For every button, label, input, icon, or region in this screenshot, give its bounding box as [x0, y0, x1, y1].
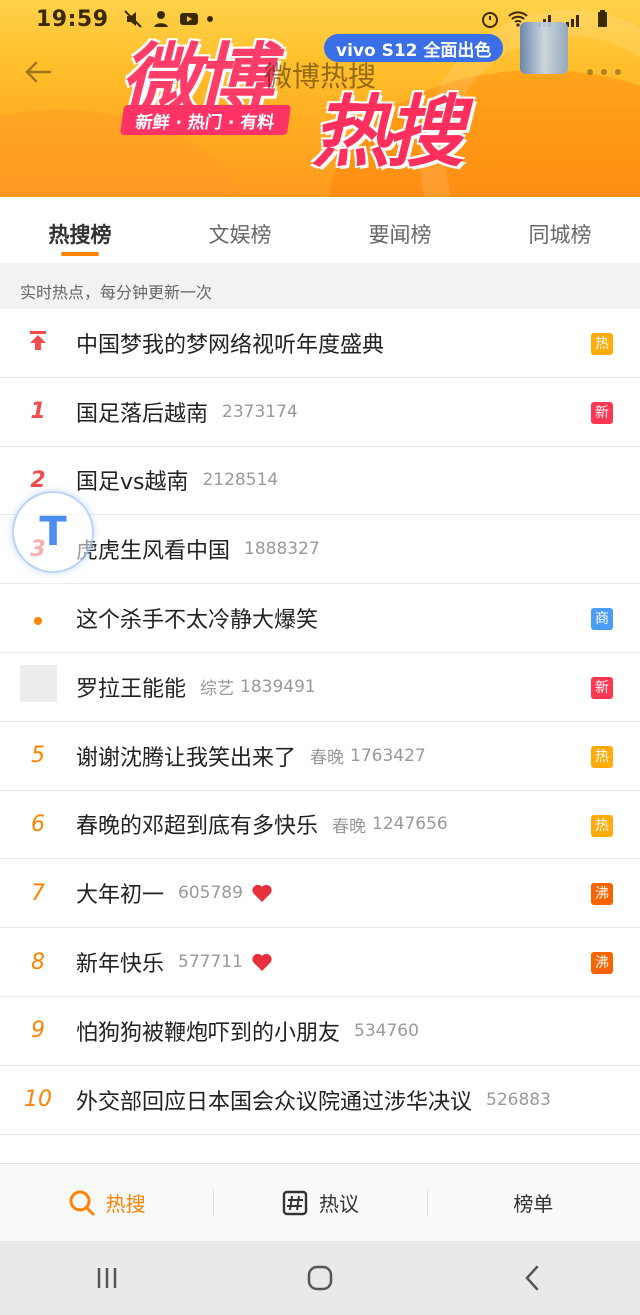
rank-number: 6: [31, 811, 45, 837]
new-badge: 新: [591, 401, 613, 424]
rank-marker: [0, 665, 76, 708]
list-item[interactable]: 中国梦我的梦网络视听年度盛典 热: [0, 309, 640, 378]
rank-marker: [0, 606, 76, 631]
item-title: 这个杀手不太冷静大爆笑: [76, 608, 319, 634]
item-category: 春晚: [332, 816, 367, 837]
boil-badge: 沸: [591, 883, 613, 906]
item-title: 新年快乐: [76, 952, 165, 978]
item-count: 1888327: [244, 539, 320, 560]
list-item[interactable]: 7 大年初一 605789 沸: [0, 859, 640, 929]
item-title: 中国梦我的梦网络视听年度盛典: [76, 332, 385, 358]
tab-local[interactable]: 同城榜: [480, 197, 640, 263]
hot-badge: 热: [591, 333, 613, 355]
page-title: 微博热搜: [263, 60, 376, 93]
item-count: 2128514: [202, 470, 279, 491]
item-count: 534760: [354, 1020, 419, 1041]
nav-hot-search-label: 热搜: [105, 1192, 146, 1216]
recent-apps-icon[interactable]: [92, 1263, 122, 1293]
item-title: 怕狗狗被鞭炮吓到的小朋友: [76, 1020, 341, 1046]
nav-rankings[interactable]: 榜单: [426, 1183, 640, 1223]
boil-badge: 沸: [591, 952, 613, 975]
floating-text-tool-button[interactable]: T: [12, 491, 94, 573]
heart-icon: [252, 885, 272, 903]
dot-icon: [34, 616, 42, 625]
item-category: 综艺: [200, 679, 235, 700]
rank-number: 5: [31, 743, 45, 769]
item-title: 虎虎生风看中国: [76, 539, 231, 565]
home-icon[interactable]: [305, 1263, 335, 1293]
nav-hot-search[interactable]: 热搜: [0, 1183, 213, 1223]
pin-top-icon: [30, 330, 46, 350]
status-time: 19:59: [36, 6, 109, 32]
item-title: 谢谢沈腾让我笑出来了: [76, 745, 297, 771]
rank-number: 8: [31, 949, 45, 975]
list-item[interactable]: 这个杀手不太冷静大爆笑 商: [0, 584, 640, 653]
rank-number: 10: [24, 1087, 52, 1113]
item-count: 605789: [178, 883, 243, 904]
hot-badge: 热: [591, 814, 613, 837]
list-subheader: 实时热点，每分钟更新一次: [0, 263, 640, 309]
item-count: 1247656: [372, 814, 448, 835]
item-category: 春晚: [310, 748, 345, 769]
rank-number: 2: [30, 467, 46, 493]
more-options-icon[interactable]: [584, 62, 624, 82]
system-navigation-bar: [0, 1241, 640, 1315]
nav-discussion[interactable]: 热议: [213, 1183, 426, 1223]
item-title: 大年初一: [76, 883, 165, 909]
new-badge: 新: [591, 676, 613, 699]
ranking-tabs: 热搜榜 文娱榜 要闻榜 同城榜: [0, 197, 640, 263]
back-arrow-icon[interactable]: [20, 54, 56, 90]
nav-rankings-label: 榜单: [513, 1192, 554, 1216]
item-title: 罗拉王能能: [76, 676, 187, 702]
item-title: 外交部回应日本国会众议院通过涉华决议: [76, 1089, 473, 1115]
rank-number: 7: [31, 880, 45, 906]
alarm-icon: [482, 12, 498, 28]
tab-news[interactable]: 要闻榜: [320, 197, 480, 263]
tab-hot-search[interactable]: 热搜榜: [0, 197, 160, 263]
heart-icon: [252, 953, 272, 972]
item-title: 春晚的邓超到底有多快乐: [76, 814, 319, 840]
item-title: 国足落后越南: [76, 401, 209, 427]
search-icon: [69, 1190, 95, 1215]
list-item[interactable]: 6 春晚的邓超到底有多快乐 春晚 1247656 热: [0, 791, 640, 860]
list-item[interactable]: 2 国足vs越南 2128514: [0, 447, 640, 516]
nav-discussion-label: 热议: [318, 1192, 359, 1216]
bottom-nav: 热搜 热议 榜单: [0, 1163, 640, 1241]
item-count: 1839491: [240, 676, 316, 697]
item-count: 526883: [486, 1089, 551, 1110]
hashtag-icon: [282, 1190, 308, 1215]
hot-search-list: 中国梦我的梦网络视听年度盛典 热 1 国足落后越南 2373174 新 2 国足…: [0, 309, 640, 1135]
list-item[interactable]: 罗拉王能能 综艺 1839491 新: [0, 653, 640, 722]
battery-icon: [598, 10, 607, 27]
list-item[interactable]: 3 虎虎生风看中国 1888327: [0, 515, 640, 585]
list-item[interactable]: 5 谢谢沈腾让我笑出来了 春晚 1763427 热: [0, 722, 640, 791]
list-item[interactable]: 10 外交部回应日本国会众议院通过涉华决议 526883: [0, 1066, 640, 1135]
list-item[interactable]: 9 怕狗狗被鞭炮吓到的小朋友 534760: [0, 997, 640, 1066]
list-item[interactable]: 8 新年快乐 577711 沸: [0, 928, 640, 997]
item-title: 国足vs越南: [76, 470, 189, 496]
hot-badge: 热: [591, 745, 613, 768]
item-count: 577711: [178, 952, 243, 973]
rank-marker: [0, 329, 76, 357]
list-item[interactable]: 1 国足落后越南 2373174 新: [0, 378, 640, 447]
header-banner: 19:59 微博 热搜 新鲜 · 热门 · 有料 vivo S12 全面出色 微…: [0, 0, 640, 197]
item-thumbnail: [19, 665, 57, 703]
item-count: 1763427: [350, 745, 426, 766]
back-icon[interactable]: [518, 1263, 548, 1293]
tab-entertainment[interactable]: 文娱榜: [160, 197, 320, 263]
ad-badge: 商: [591, 608, 613, 631]
rank-number: 1: [30, 399, 46, 425]
banner-ad-phone-image[interactable]: [520, 22, 568, 74]
banner-slogan: 新鲜 · 热门 · 有料: [119, 105, 291, 135]
item-count: 2373174: [222, 401, 298, 422]
rank-number: 9: [31, 1018, 45, 1044]
